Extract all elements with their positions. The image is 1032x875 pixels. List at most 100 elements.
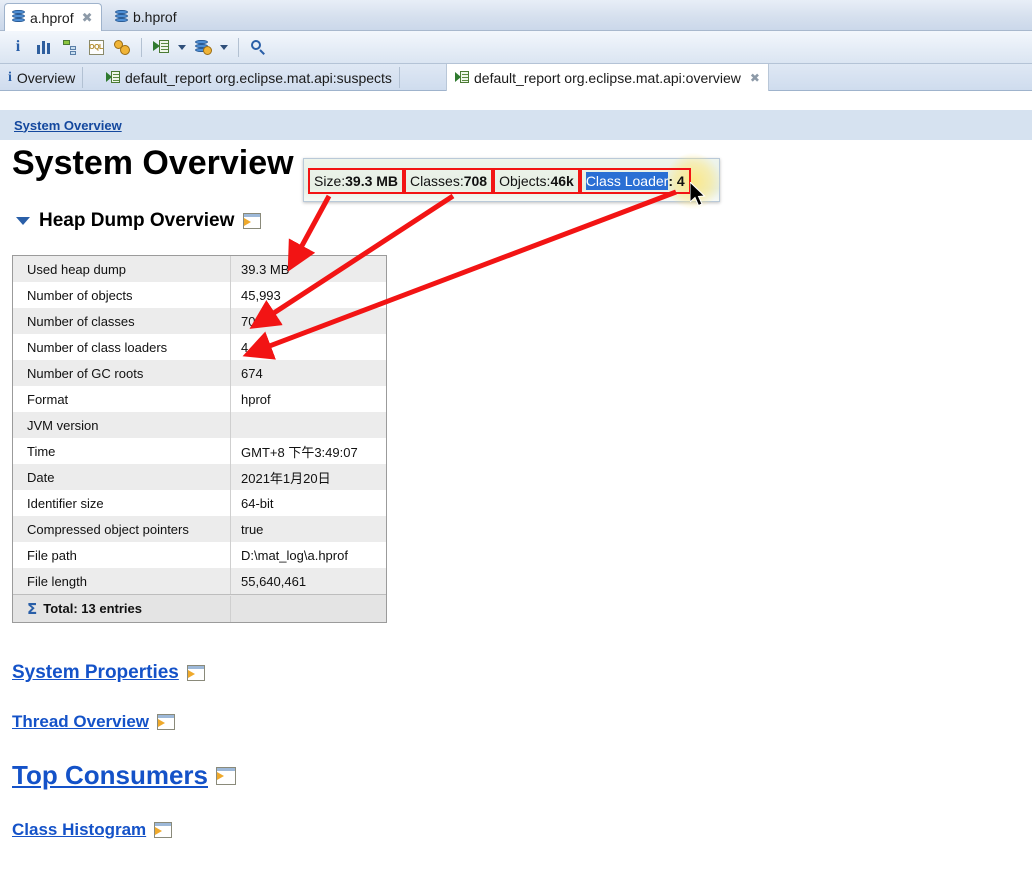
open-in-window-icon[interactable] [186,665,205,681]
table-cell-key: Number of objects [13,282,231,308]
table-cell-value: true [241,521,264,537]
table-row[interactable]: Identifier size 64-bit [13,490,386,516]
table-row[interactable]: Used heap dump 39.3 MB [13,256,386,282]
table-row[interactable]: Format hprof [13,386,386,412]
link-thread-overview[interactable]: Thread Overview [12,712,176,732]
chevron-down-icon[interactable] [16,217,30,225]
table-cell-key: JVM version [13,412,231,438]
tab-divider [82,67,84,88]
query-browser-button[interactable] [191,35,215,59]
tab-label: default_report org.eclipse.mat.api:suspe… [125,69,392,86]
open-in-window-icon[interactable] [157,714,176,730]
tooltip-item-value: : 4 [668,173,685,189]
table-cell-key: Compressed object pointers [13,516,231,542]
info-i-icon: i [15,38,21,55]
table-row[interactable]: Time GMT+8 下午3:49:07 [13,438,386,464]
editor-tab-b-hprof[interactable]: b.hprof [108,3,192,31]
table-total-cell: Σ Total: 13 entries [13,595,231,622]
tooltip-item-size: Size: 39.3 MB [308,168,405,194]
search-icon [250,39,266,55]
report-icon [106,71,120,84]
table-cell-value: 55,640,461 [241,573,307,589]
database-gear-icon [194,39,212,55]
table-cell-key: File path [13,542,231,568]
breadcrumb-link-system-overview[interactable]: System Overview [14,118,122,133]
tab-default-report-suspects[interactable]: default_report org.eclipse.mat.api:suspe… [98,64,400,91]
table-cell-key: Used heap dump [13,256,231,282]
table-row[interactable]: File path D:\mat_log\a.hprof [13,542,386,568]
report-page: System Overview Heap Dump Overview Used … [0,140,1032,875]
open-in-window-icon[interactable] [215,766,236,785]
oql-button[interactable]: OQL [84,35,108,59]
tree-icon [62,40,78,55]
table-cell-key: Number of class loaders [13,334,231,360]
link-top-consumers[interactable]: Top Consumers [12,760,236,791]
app-root: a.hprof ✖ b.hprof i OQL i Overview defau… [0,0,1032,875]
table-row[interactable]: Compressed object pointers true [13,516,386,542]
open-in-window-icon[interactable] [243,213,262,229]
histogram-button[interactable] [32,35,56,59]
gears-icon [114,39,130,55]
section-heap-dump-overview[interactable]: Heap Dump Overview [16,210,262,232]
sigma-icon: Σ [27,599,38,618]
editor-tab-label: b.hprof [133,9,177,25]
tooltip-item-label: Size: [314,173,346,189]
table-total-label: Total: 13 entries [43,601,142,616]
dominator-tree-button[interactable] [58,35,82,59]
heap-summary-tooltip: Size: 39.3 MB Classes: 708 Objects: 46k … [303,153,721,209]
tab-label: Overview [16,69,76,86]
table-cell-value: D:\mat_log\a.hprof [241,547,348,563]
link-label[interactable]: System Properties [12,662,179,684]
table-row[interactable]: Number of objects 45,993 [13,282,386,308]
section-title: Heap Dump Overview [39,210,235,231]
link-label[interactable]: Thread Overview [12,712,149,732]
calculate-retained-size-button[interactable] [110,35,134,59]
table-total-value [231,596,386,622]
table-row[interactable]: File length 55,640,461 [13,568,386,594]
query-browser-dropdown-arrow[interactable] [217,35,231,59]
tab-divider [398,67,400,88]
table-row[interactable]: Number of class loaders 4 [13,334,386,360]
run-report-button[interactable] [149,35,173,59]
editor-tab-label: a.hprof [30,9,74,26]
table-cell-key: File length [13,568,231,594]
run-report-icon [153,40,169,54]
table-row[interactable]: Date 2021年1月20日 [13,464,386,490]
link-label[interactable]: Class Histogram [12,820,146,840]
table-row[interactable]: Number of classes 708 [13,308,386,334]
link-class-histogram[interactable]: Class Histogram [12,820,173,840]
find-button[interactable] [246,35,270,59]
run-report-dropdown-arrow[interactable] [175,35,189,59]
table-cell-value: 45,993 [241,287,281,303]
editor-tab-a-hprof[interactable]: a.hprof ✖ [4,3,102,31]
table-row[interactable]: JVM version [13,412,386,438]
close-icon[interactable]: ✖ [750,71,760,85]
table-cell-value [231,412,386,438]
link-label[interactable]: Top Consumers [12,760,208,791]
table-cell-key: Format [13,386,231,412]
tooltip-item-value: 46k [550,173,574,189]
tooltip-item-label: Objects: [499,173,551,189]
tab-default-report-overview[interactable]: default_report org.eclipse.mat.api:overv… [446,64,769,91]
table-row[interactable]: Number of GC roots 674 [13,360,386,386]
table-cell-value: 4 [241,339,249,355]
main-toolbar: i OQL [0,31,1032,64]
heap-dump-overview-table: Used heap dump 39.3 MB Number of objects 4… [12,255,387,623]
link-system-properties[interactable]: System Properties [12,662,205,684]
overview-info-button[interactable]: i [6,35,30,59]
table-cell-value: 64-bit [241,495,274,511]
toolbar-separator [238,37,239,57]
table-cell-value: hprof [241,391,271,407]
oql-icon: OQL [88,39,104,55]
table-total-row: Σ Total: 13 entries [13,594,386,622]
tooltip-items: Size: 39.3 MB Classes: 708 Objects: 46k … [308,168,691,194]
tooltip-item-objects: Objects: 46k [493,168,580,194]
table-cell-value: GMT+8 下午3:49:07 [241,444,358,460]
close-icon[interactable]: ✖ [82,10,93,26]
table-cell-value: 674 [241,365,263,381]
table-cell-key: Number of classes [13,308,231,334]
table-cell-key: Number of GC roots [13,360,231,386]
open-in-window-icon[interactable] [154,822,173,838]
tooltip-item-value: 39.3 MB [345,173,399,189]
tab-overview[interactable]: i Overview [0,64,84,91]
